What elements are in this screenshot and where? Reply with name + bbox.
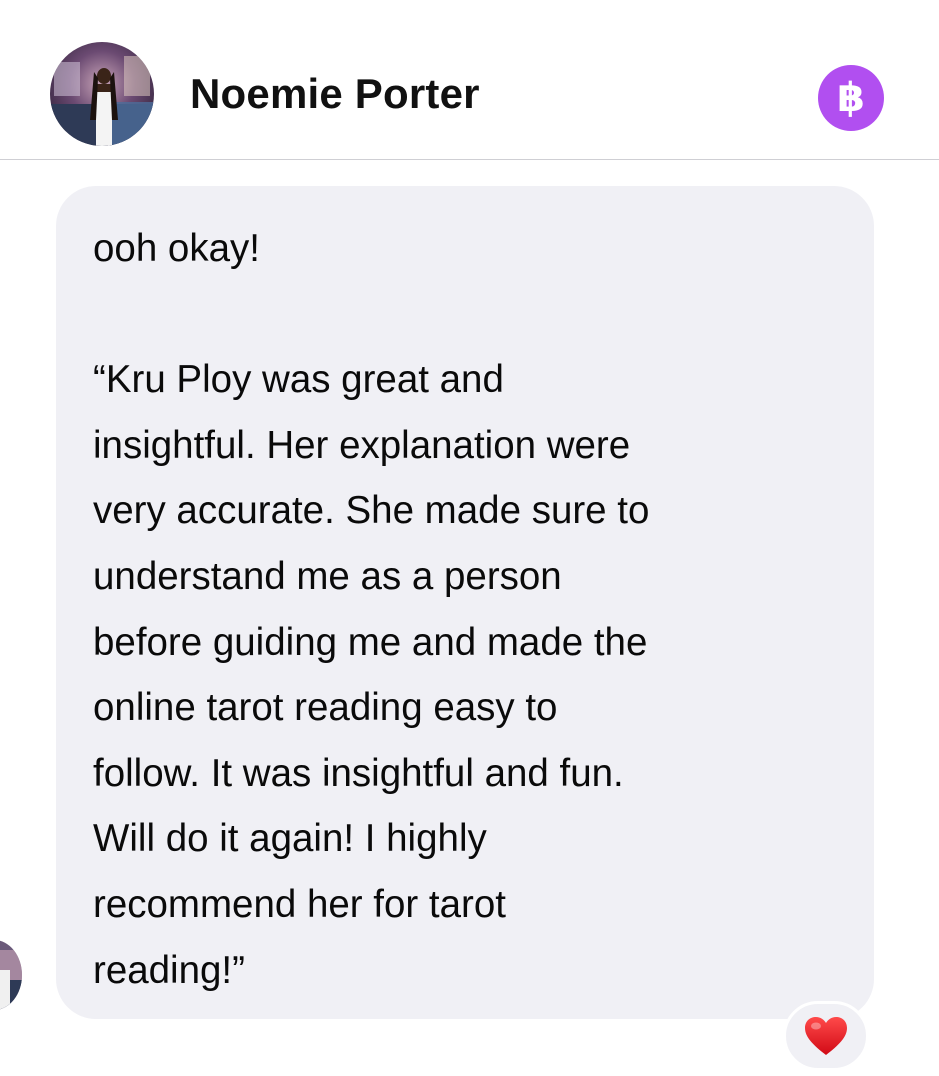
message-line: online tarot reading easy to	[93, 686, 558, 730]
message-line: “Kru Ploy was great and	[93, 358, 504, 402]
contact-avatar[interactable]	[50, 42, 154, 146]
message-line	[93, 282, 838, 348]
bitcoin-badge-icon[interactable]: ฿	[818, 65, 884, 131]
message-line: before guiding me and made the	[93, 620, 648, 664]
contact-photo	[50, 42, 154, 146]
sender-photo	[0, 940, 22, 1010]
contact-name[interactable]: Noemie Porter	[190, 70, 480, 118]
red-heart-icon	[805, 1017, 847, 1055]
conversation-header: Noemie Porter ฿	[0, 0, 939, 160]
message-line: follow. It was insightful and fun.	[93, 751, 624, 795]
message-bubble[interactable]: ooh okay! “Kru Ploy was great and insigh…	[56, 186, 874, 1019]
message-line: Will do it again! I highly	[93, 817, 487, 861]
message-line: ooh okay!	[93, 227, 260, 270]
message-line: insightful. Her explanation were	[93, 423, 631, 467]
message-line: very accurate. She made sure to	[93, 489, 650, 533]
message-line: recommend her for tarot	[93, 882, 506, 926]
message-line: reading!”	[93, 948, 245, 992]
message-line: understand me as a person	[93, 554, 562, 598]
sender-avatar[interactable]	[0, 940, 22, 1010]
message-reaction[interactable]	[783, 1001, 869, 1071]
